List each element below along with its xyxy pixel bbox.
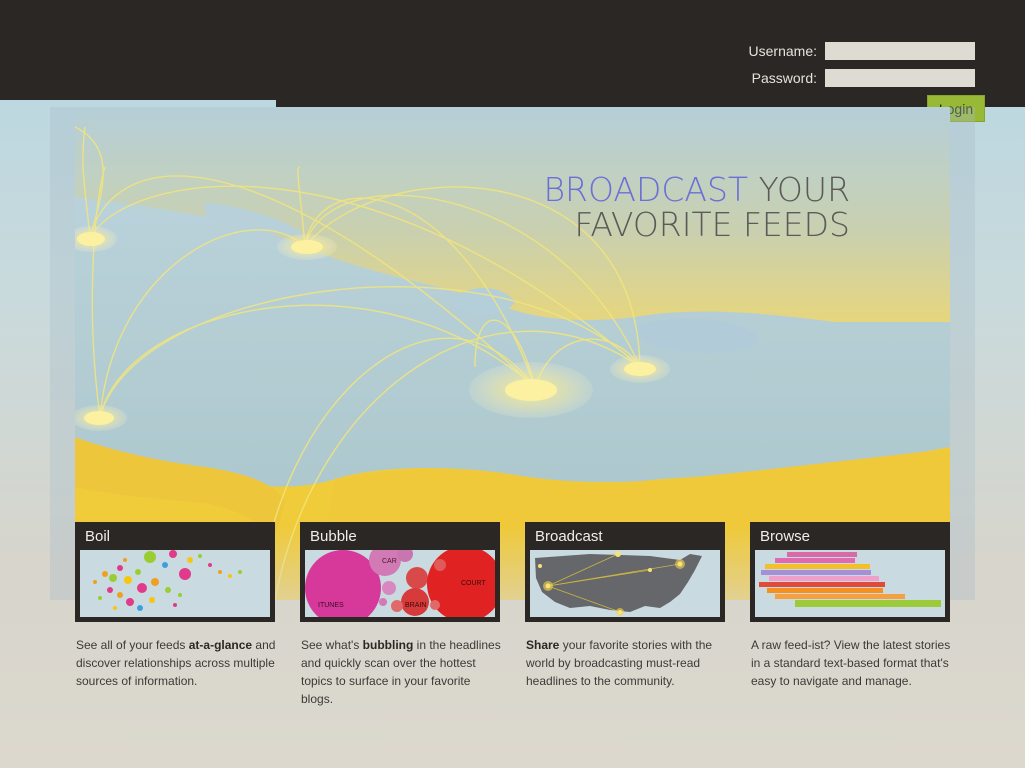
login-form: Username: Password: (715, 42, 975, 96)
card-title-boil: Boil (85, 528, 111, 545)
desc-boil: See all of your feeds at-a-glance and di… (76, 636, 276, 690)
desc-broadcast: Share your favorite stories with the wor… (526, 636, 726, 690)
desc-broadcast-bold: Share (526, 638, 560, 652)
password-input[interactable] (825, 69, 975, 87)
bubble-label-itunes: ITUNES (318, 602, 344, 609)
username-row: Username: (715, 42, 975, 60)
headline-line-1: BROADCAST YOUR (543, 172, 850, 207)
desc-browse: A raw feed-ist? View the latest stories … (751, 636, 951, 690)
boil-thumbnail[interactable] (80, 550, 270, 617)
desc-bubble-bold: bubbling (362, 638, 414, 652)
card-bubble[interactable]: Bubble CAR COURT ITUNES BRAIN (300, 522, 500, 622)
card-browse[interactable]: Browse (750, 522, 950, 622)
password-row: Password: (715, 69, 975, 87)
desc-bubble-text-1: See what's (301, 638, 363, 652)
bubble-label-brain: BRAIN (405, 602, 426, 609)
username-label: Username: (748, 43, 817, 59)
username-input[interactable] (825, 42, 975, 60)
card-title-browse: Browse (760, 528, 811, 545)
bubble-label-court: COURT (461, 580, 486, 587)
desc-boil-text-1: See all of your feeds (76, 638, 189, 652)
bubble-thumbnail[interactable]: CAR COURT ITUNES BRAIN (305, 550, 495, 617)
password-label: Password: (751, 70, 817, 86)
card-title-broadcast: Broadcast (535, 528, 603, 545)
top-bar-extension (276, 98, 1025, 107)
card-broadcast[interactable]: Broadcast (525, 522, 725, 622)
hero-headline: BROADCAST YOUR FAVORITE FEEDS (543, 172, 850, 242)
desc-browse-text-1: A raw feed-ist? View the latest stories … (751, 638, 951, 688)
headline-rest: YOUR (748, 170, 850, 209)
desc-bubble: See what's bubbling in the headlines and… (301, 636, 501, 708)
broadcast-thumbnail[interactable] (530, 550, 720, 617)
desc-boil-bold: at-a-glance (188, 638, 253, 652)
headline-line-2: FAVORITE FEEDS (574, 205, 850, 244)
card-title-bubble: Bubble (310, 528, 357, 545)
card-boil[interactable]: Boil (75, 522, 275, 622)
browse-thumbnail[interactable] (755, 550, 945, 617)
headline-accent: BROADCAST (543, 170, 749, 209)
bubble-label-car: CAR (382, 558, 397, 565)
